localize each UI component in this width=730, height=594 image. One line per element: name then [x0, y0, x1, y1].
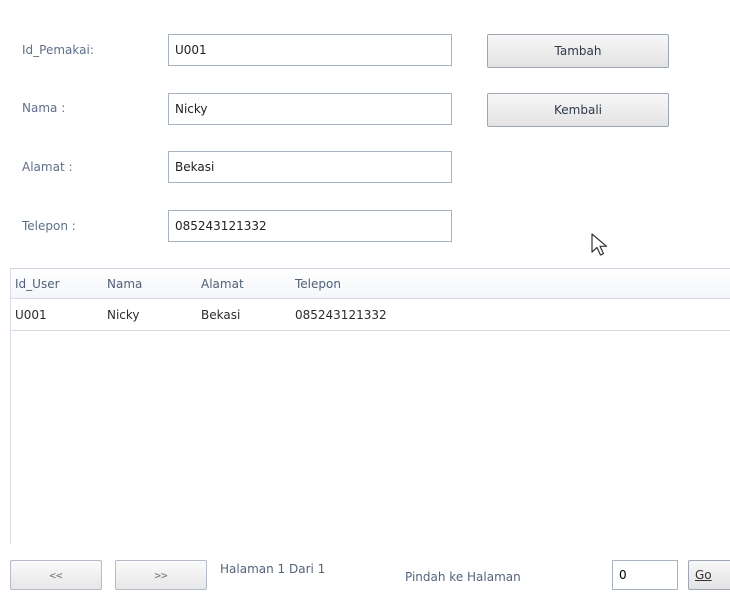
telepon-input[interactable] [168, 210, 452, 242]
goto-page-label: Pindah ke Halaman [405, 570, 521, 584]
previous-page-button[interactable]: << [10, 560, 102, 590]
nama-input[interactable] [168, 93, 452, 125]
next-page-button[interactable]: >> [115, 560, 207, 590]
page-number-input[interactable] [612, 560, 678, 590]
user-data-grid: Id_User Nama Alamat Telepon U001 Nicky B… [10, 268, 730, 544]
arrow-pointer-icon [591, 233, 608, 256]
page-status-text: Halaman 1 Dari 1 [220, 562, 326, 576]
telepon-label: Telepon : [22, 219, 76, 233]
nama-label: Nama : [22, 101, 66, 115]
form-window: Id_Pemakai: Nama : Alamat : Telepon : Ta… [0, 0, 730, 594]
cell-id-user: U001 [15, 307, 47, 322]
alamat-input[interactable] [168, 151, 452, 183]
column-header-telepon[interactable]: Telepon [287, 277, 730, 291]
id-pemakai-input[interactable] [168, 34, 452, 66]
alamat-label: Alamat : [22, 160, 73, 174]
go-button[interactable]: Go [688, 560, 730, 590]
grid-header: Id_User Nama Alamat Telepon [11, 269, 730, 299]
cell-alamat: Bekasi [201, 307, 241, 322]
column-header-id-user[interactable]: Id_User [11, 277, 101, 291]
table-row[interactable]: U001 Nicky Bekasi 085243121332 [11, 299, 730, 331]
column-header-nama[interactable]: Nama [101, 277, 191, 291]
column-header-alamat[interactable]: Alamat [191, 277, 287, 291]
tambah-button[interactable]: Tambah [487, 34, 669, 68]
cell-nama: Nicky [107, 307, 140, 322]
cell-telepon: 085243121332 [295, 307, 387, 322]
id-pemakai-label: Id_Pemakai: [22, 43, 94, 57]
kembali-button[interactable]: Kembali [487, 93, 669, 127]
